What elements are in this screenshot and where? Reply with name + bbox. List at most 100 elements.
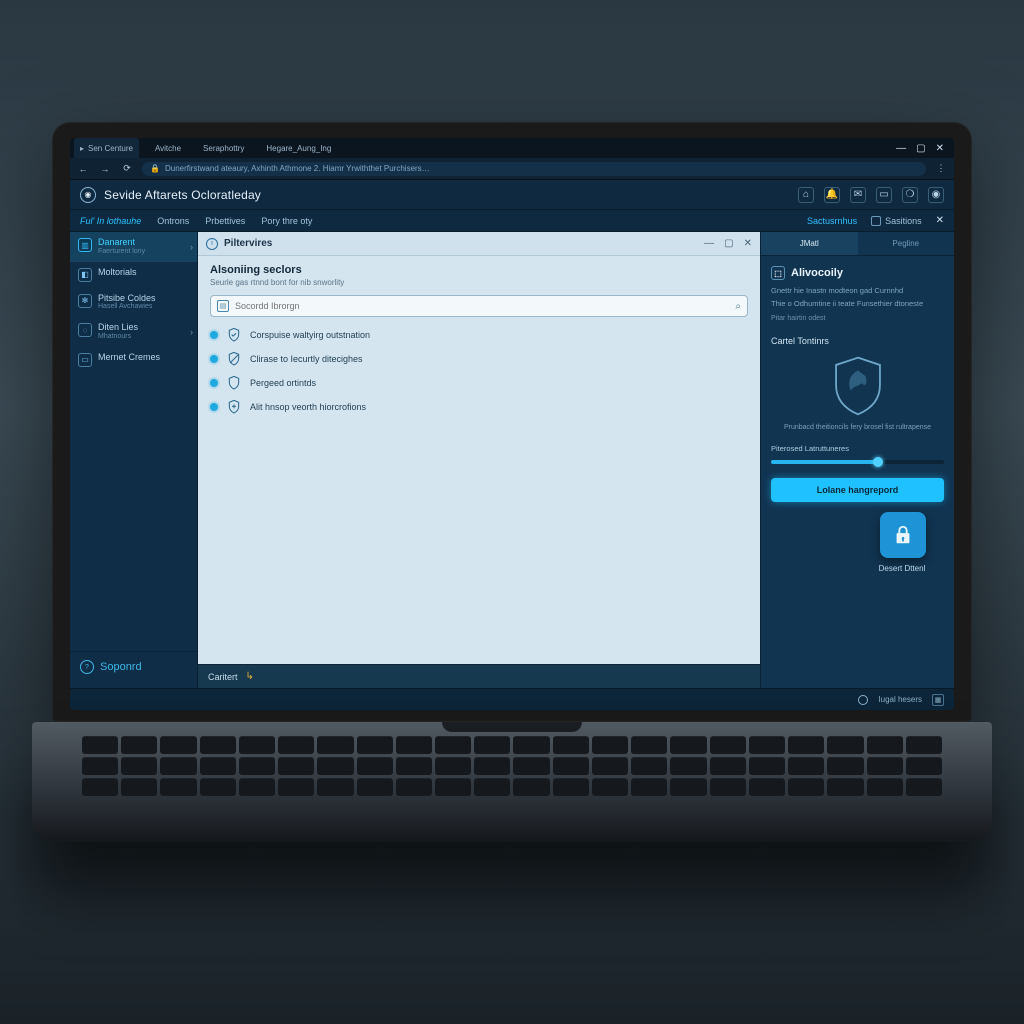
right-title-text: Alivocoily <box>791 267 843 279</box>
right-desc-1: Gnettr hie Inastn modteon gad Curnnhd <box>771 286 944 295</box>
section-title: Alsoniing seclors <box>210 264 748 276</box>
globe-icon <box>858 695 868 705</box>
panel-title: Piltervires <box>224 238 272 249</box>
header-mail-icon[interactable]: ✉ <box>850 187 866 203</box>
sidebar-item-data[interactable]: ◌ Diten Lies Mhatnours › <box>70 317 197 347</box>
field-prefix-icon: ▤ <box>217 300 229 312</box>
slider-label: Piterosed Latruttuneres <box>771 444 849 453</box>
protection-slider[interactable] <box>771 460 944 464</box>
nav-reload-button[interactable]: ⟳ <box>120 163 134 174</box>
lock-card[interactable] <box>880 512 926 558</box>
bullet-icon <box>210 355 218 363</box>
bullet-icon <box>210 379 218 387</box>
app-window: ▸ Sen Centure Avitche Seraphottry Hegare… <box>70 138 954 710</box>
support-icon: ? <box>80 660 94 674</box>
url-field[interactable]: 🔒 Dunerfirstwand ateaury, Axhinth Athmon… <box>142 162 926 176</box>
tab-label: Hegare_Aung_Ing <box>266 144 331 153</box>
browser-tab-2[interactable]: Avitche <box>149 144 187 153</box>
browser-tab-1[interactable]: ▸ Sen Centure <box>74 138 139 158</box>
url-text: Dunerfirstwand ateaury, Axhinth Athmone … <box>165 164 430 173</box>
sidebar-item-materials[interactable]: ◧ Moltorials <box>70 262 197 288</box>
options-list: Corspuise waltyirg outstnation Clirase t… <box>210 327 748 415</box>
topnav-close-icon[interactable]: ✕ <box>936 215 944 226</box>
large-shield-icon <box>830 354 886 420</box>
tab-label: Sen Centure <box>88 144 133 153</box>
status-bar: Iugal hesers ▦ <box>70 688 954 710</box>
shield-plus-icon <box>226 399 242 415</box>
sidebar-item-sub: Hasell Avchawies <box>98 303 156 311</box>
option-row-3[interactable]: Pergeed ortintds <box>210 375 748 391</box>
sidebar-item-dashboard[interactable]: ▥ Danarent Faerturent lony › <box>70 232 197 262</box>
sidebar-support-link[interactable]: ? Soponrd <box>70 651 197 688</box>
padlock-icon <box>892 524 914 546</box>
browser-tab-3[interactable]: Seraphottry <box>197 144 250 153</box>
header-home-icon[interactable]: ⌂ <box>798 187 814 203</box>
shield-check-icon <box>226 327 242 343</box>
window-maximize-button[interactable]: ▢ <box>916 143 925 154</box>
topnav-item-2[interactable]: Ontrons <box>157 216 189 226</box>
option-label: Corspuise waltyirg outstnation <box>250 330 370 340</box>
nav-back-button[interactable]: ← <box>76 164 90 174</box>
sidebar-footer-label: Soponrd <box>100 661 142 673</box>
option-row-2[interactable]: Clirase to Iecurtly ditecighes <box>210 351 748 367</box>
shield-outline-icon <box>226 375 242 391</box>
header-bell-icon[interactable]: 🔔 <box>824 187 840 203</box>
laptop-keyboard <box>82 736 942 796</box>
chevron-right-icon: › <box>190 242 193 252</box>
right-tab-2[interactable]: Pegline <box>858 232 955 255</box>
nav-forward-button[interactable]: → <box>98 164 112 174</box>
option-row-4[interactable]: Alit hnsop veorth hiorcrofions <box>210 399 748 415</box>
topnav-sessions[interactable]: Sasitions <box>871 216 922 226</box>
header-avatar-icon[interactable]: ◉ <box>928 187 944 203</box>
main-panel: i Piltervires — ▢ ✕ Alsoniing seclors Se… <box>198 232 760 688</box>
option-label: Pergeed ortintds <box>250 378 316 388</box>
target-icon: ◌ <box>78 323 92 337</box>
topnav-session-link[interactable]: Sactusrnhus <box>807 216 857 226</box>
top-nav: Ful' In lothauhe Ontrons Prbettives Pory… <box>70 210 954 232</box>
status-grid-icon[interactable]: ▦ <box>932 694 944 706</box>
footer-label: Caritert <box>208 672 238 682</box>
header-circle-icon[interactable]: ❍ <box>902 187 918 203</box>
topnav-item-1[interactable]: Ful' In lothauhe <box>80 216 141 226</box>
bullet-icon <box>210 331 218 339</box>
app-title: Sevide Aftarets Ocloratleday <box>104 188 261 202</box>
panel-close-icon[interactable]: ✕ <box>744 238 752 249</box>
header-window-icon[interactable]: ▭ <box>876 187 892 203</box>
topnav-item-4[interactable]: Pory thre oty <box>261 216 312 226</box>
lock-caption: Desert Dttenl <box>872 564 932 573</box>
right-section-label: Cartel Tontinrs <box>771 336 944 346</box>
shield-slash-icon <box>226 351 242 367</box>
topnav-item-3[interactable]: Prbettives <box>205 216 245 226</box>
section-subtitle: Seurle gas rtnnd bont for nib snworlity <box>210 278 748 287</box>
sidebar-item-label: Mernet Cremes <box>98 353 160 363</box>
primary-action-button[interactable]: Lolane hangrepord <box>771 478 944 502</box>
browser-menu-icon[interactable]: ⋮ <box>934 163 948 174</box>
sidebar-item-sub: Faerturent lony <box>98 248 145 256</box>
browser-address-bar: ← → ⟳ 🔒 Dunerfirstwand ateaury, Axhinth … <box>70 158 954 180</box>
sidebar: ▥ Danarent Faerturent lony › ◧ Moltorial… <box>70 232 198 688</box>
wrench-icon: ✻ <box>78 294 92 308</box>
search-icon[interactable]: ⌕ <box>735 301 741 312</box>
panel-minimize-icon[interactable]: — <box>704 238 714 249</box>
panel-footer: Caritert ↳ <box>198 664 760 688</box>
return-icon[interactable]: ↳ <box>246 671 254 682</box>
sidebar-item-label: Moltorials <box>98 268 137 278</box>
right-panel: JMatl Pegline ⬚ Alivocoily Gnettr hie In… <box>760 232 954 688</box>
search-input[interactable] <box>235 301 729 311</box>
window-close-button[interactable]: ✕ <box>936 143 944 154</box>
option-row-1[interactable]: Corspuise waltyirg outstnation <box>210 327 748 343</box>
sessions-label: Sasitions <box>885 216 922 226</box>
tab-icon: ▸ <box>80 144 84 153</box>
panel-header: i Piltervires — ▢ ✕ <box>198 232 760 256</box>
window-minimize-button[interactable]: — <box>896 143 906 154</box>
app-body: ▥ Danarent Faerturent lony › ◧ Moltorial… <box>70 232 954 688</box>
search-field[interactable]: ▤ ⌕ <box>210 295 748 317</box>
sidebar-item-events[interactable]: ▭ Mernet Cremes <box>70 347 197 373</box>
panel-maximize-icon[interactable]: ▢ <box>724 238 733 249</box>
panel-body: Alsoniing seclors Seurle gas rtnnd bont … <box>198 256 760 664</box>
layers-icon: ◧ <box>78 268 92 282</box>
browser-tab-4[interactable]: Hegare_Aung_Ing <box>260 144 337 153</box>
app-logo-icon: ◉ <box>80 187 96 203</box>
sidebar-item-codes[interactable]: ✻ Pitsibe Coldes Hasell Avchawies <box>70 288 197 318</box>
right-tab-1[interactable]: JMatl <box>761 232 858 255</box>
